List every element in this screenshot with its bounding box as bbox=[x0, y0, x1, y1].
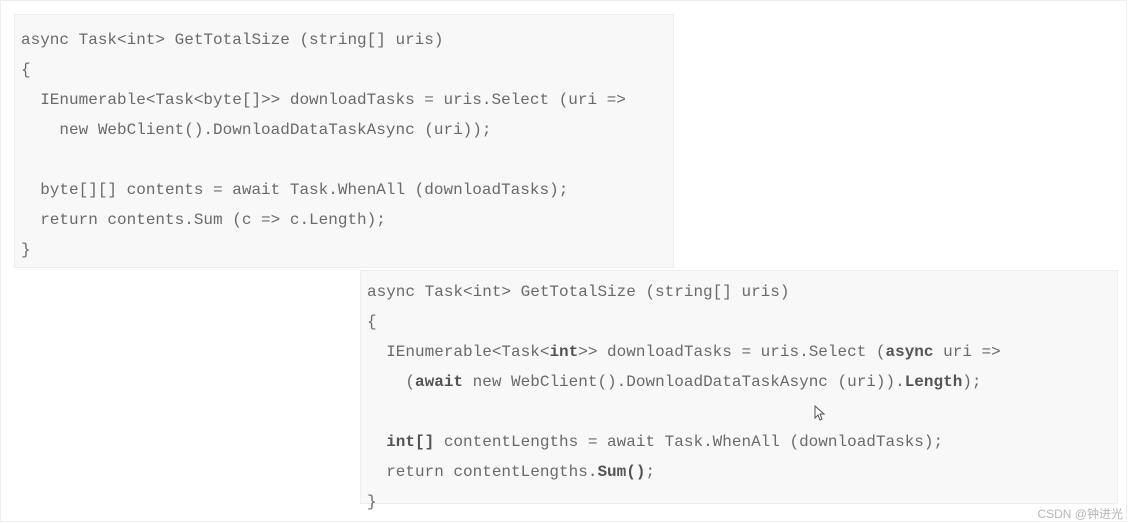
code-line: int[] contentLengths = await Task.WhenAl… bbox=[367, 433, 943, 451]
watermark-text: CSDN @钟进光 bbox=[1037, 505, 1123, 522]
code-line: IEnumerable<Task<byte[]>> downloadTasks … bbox=[21, 91, 626, 109]
code-line: } bbox=[21, 241, 31, 259]
code-line: async Task<int> GetTotalSize (string[] u… bbox=[367, 283, 789, 301]
code-frag: ( bbox=[367, 373, 415, 391]
code-line: IEnumerable<Task<int>> downloadTasks = u… bbox=[367, 343, 1001, 361]
code-block-1: async Task<int> GetTotalSize (string[] u… bbox=[14, 14, 674, 268]
code-block-2: async Task<int> GetTotalSize (string[] u… bbox=[360, 270, 1118, 504]
code-frag: IEnumerable<Task< bbox=[367, 343, 549, 361]
code-bold: Length bbox=[905, 373, 963, 391]
code-frag: new WebClient().DownloadDataTaskAsync (u… bbox=[463, 373, 905, 391]
code-frag: uri => bbox=[934, 343, 1001, 361]
code-frag: ; bbox=[645, 463, 655, 481]
code-line: async Task<int> GetTotalSize (string[] u… bbox=[21, 31, 443, 49]
code-frag: contentLengths = await Task.WhenAll (dow… bbox=[434, 433, 943, 451]
code-line: { bbox=[367, 313, 377, 331]
code-frag bbox=[367, 433, 386, 451]
code-line: byte[][] contents = await Task.WhenAll (… bbox=[21, 181, 568, 199]
code-bold: await bbox=[415, 373, 463, 391]
code-line: (await new WebClient().DownloadDataTaskA… bbox=[367, 373, 982, 391]
code-bold: int[] bbox=[386, 433, 434, 451]
code-line: return contentLengths.Sum(); bbox=[367, 463, 655, 481]
code-bold: async bbox=[886, 343, 934, 361]
code-frag: ); bbox=[962, 373, 981, 391]
code-bold: int bbox=[549, 343, 578, 361]
code-bold: Sum() bbox=[597, 463, 645, 481]
code-line: { bbox=[21, 61, 31, 79]
code-line: return contents.Sum (c => c.Length); bbox=[21, 211, 386, 229]
code-line: new WebClient().DownloadDataTaskAsync (u… bbox=[21, 121, 491, 139]
code-frag: return contentLengths. bbox=[367, 463, 597, 481]
code-frag: >> downloadTasks = uris.Select ( bbox=[578, 343, 885, 361]
code-line: } bbox=[367, 493, 377, 511]
